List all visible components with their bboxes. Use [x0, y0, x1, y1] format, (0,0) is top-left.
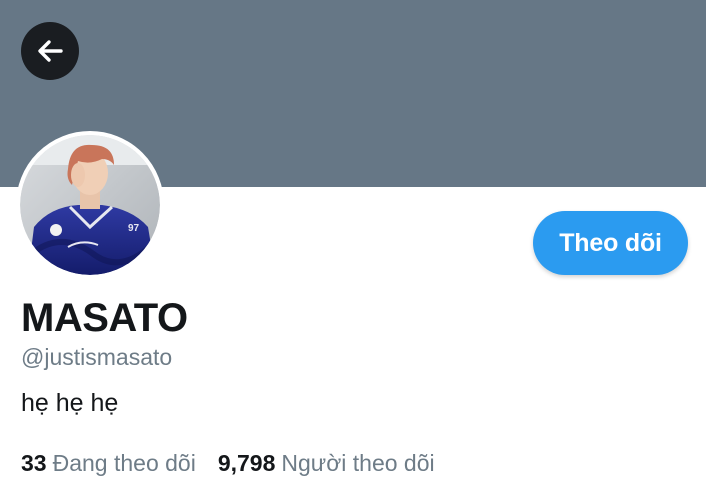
follow-button[interactable]: Theo dõi: [533, 211, 688, 275]
svg-text:97: 97: [128, 223, 140, 234]
followers-count: 9,798: [217, 450, 276, 476]
following-label: Đang theo dõi: [52, 450, 196, 476]
profile-bio: hẹ hẹ hẹ: [21, 389, 119, 417]
avatar-photo: 97: [20, 135, 160, 275]
avatar[interactable]: 97: [16, 131, 164, 279]
followers-label: Người theo dõi: [281, 450, 435, 476]
profile-handle: @justismasato: [21, 344, 173, 370]
followers-stat[interactable]: 9,798 Người theo dõi: [218, 448, 435, 478]
profile-page: 97 Theo dõi MASATO @justismasato hẹ hẹ h…: [0, 0, 706, 502]
display-name: MASATO: [21, 296, 188, 340]
arrow-left-icon: [38, 40, 63, 62]
following-count: 33: [21, 450, 47, 476]
back-button[interactable]: [21, 22, 79, 80]
profile-stats: 33 Đang theo dõi 9,798 Người theo dõi: [21, 448, 435, 478]
following-stat[interactable]: 33 Đang theo dõi: [21, 448, 196, 478]
